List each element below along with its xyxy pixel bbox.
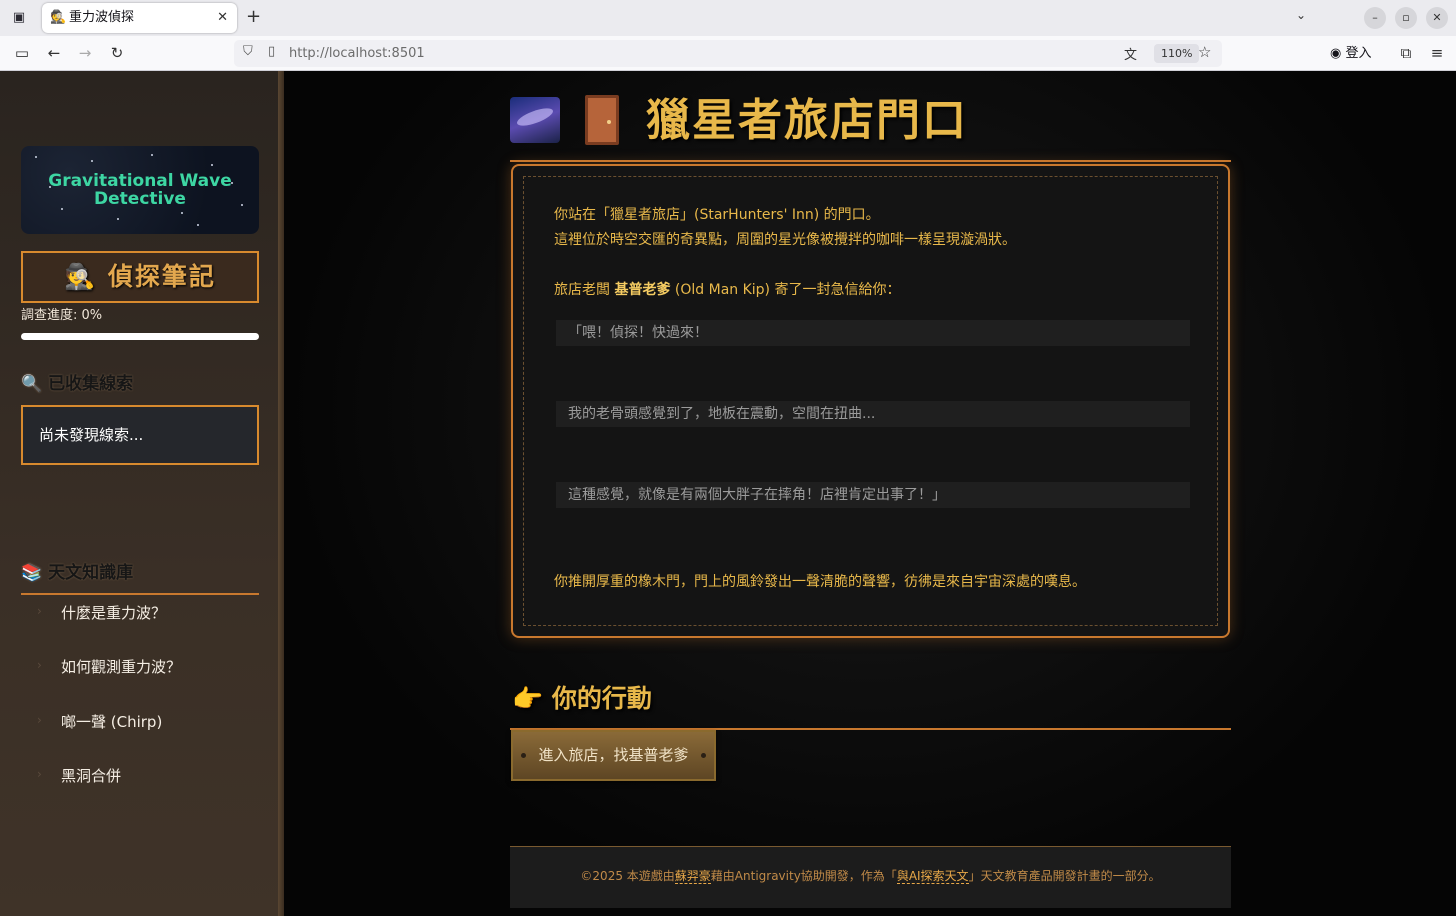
reload-icon[interactable]: ↻: [106, 43, 128, 63]
new-tab-icon[interactable]: +: [246, 6, 261, 28]
detective-notes-button[interactable]: 🕵️ 偵探筆記: [21, 251, 259, 303]
logo-text: Gravitational Wave Detective: [21, 172, 259, 208]
story-panel: 你站在「獵星者旅店」(StarHunters' Inn) 的門口。 這裡位於時空…: [511, 164, 1230, 638]
progress-label: 調查進度: 0%: [21, 308, 103, 323]
footer-text: ©2025 本遊戲由: [580, 869, 675, 883]
chevron-down-icon[interactable]: ⌄: [1296, 8, 1306, 22]
tab-title: 重力波偵探: [69, 10, 135, 25]
story-frame: 你站在「獵星者旅店」(StarHunters' Inn) 的門口。 這裡位於時空…: [523, 176, 1218, 626]
action-button-label: 進入旅店，找基普老爹: [538, 746, 689, 764]
button-rivet: [521, 753, 526, 758]
forward-icon[interactable]: →: [74, 43, 96, 63]
game-logo: Gravitational Wave Detective: [21, 146, 259, 234]
milky-way-icon: [510, 97, 560, 143]
story-closing: 你推開厚重的橡木門，門上的風鈴發出一聲清脆的聲響，彷彿是來自宇宙深處的嘆息。: [554, 574, 1086, 590]
knowledge-item-label: 黑洞合併: [61, 767, 122, 785]
menu-icon[interactable]: ≡: [1426, 43, 1448, 63]
knowledge-item-chirp[interactable]: › 啷一聲 (Chirp): [21, 707, 259, 737]
story-line: 旅店老闆 基普老爹 (Old Man Kip) 寄了一封急信給你：: [554, 280, 900, 300]
innkeeper-name: 基普老爹: [614, 282, 671, 298]
login-label: 登入: [1345, 46, 1372, 61]
main-content: 獵星者旅店門口 你站在「獵星者旅店」(StarHunters' Inn) 的門口…: [284, 71, 1456, 916]
login-button[interactable]: ◉ 登入: [1330, 41, 1372, 66]
button-rivet: [701, 753, 706, 758]
account-icon: ◉: [1330, 46, 1346, 61]
clues-heading: 🔍 已收集線索: [21, 374, 134, 394]
url-text[interactable]: http://localhost:8501: [289, 45, 425, 62]
chevron-right-icon: ›: [37, 604, 42, 618]
divider: [21, 593, 259, 595]
divider: [510, 160, 1231, 162]
enter-inn-button[interactable]: 進入旅店，找基普老爹: [511, 730, 716, 781]
project-link[interactable]: 與AI探索天文: [896, 869, 969, 884]
clues-list: 尚未發現線索...: [21, 405, 259, 465]
sidebar-toggle-icon[interactable]: ▭: [11, 43, 33, 63]
story-text: 旅店老闆: [554, 282, 615, 298]
tab-overview-icon[interactable]: ▣: [9, 8, 29, 28]
author-link[interactable]: 蘇羿豪: [674, 869, 711, 884]
chevron-right-icon: ›: [37, 713, 42, 727]
knowledge-item-label: 什麼是重力波？: [61, 604, 167, 622]
logo-line-2: Detective: [94, 189, 186, 209]
zoom-badge[interactable]: 110%: [1154, 44, 1200, 63]
letter-quote: 這種感覺，就像是有兩個大胖子在摔角！店裡肯定出事了！」: [556, 482, 1190, 508]
bookmark-star-icon[interactable]: ☆: [1198, 43, 1211, 61]
page-title-text: 獵星者旅店門口: [646, 95, 968, 146]
letter-quote: 「喂！偵探！快過來！: [556, 320, 1190, 346]
letter-quote: 我的老骨頭感覺到了，地板在震動，空間在扭曲...: [556, 401, 1190, 427]
footer-text: 藉由Antigravity協助開發，作為「: [710, 869, 897, 883]
translate-icon[interactable]: 文: [1124, 44, 1137, 63]
knowledge-item-black-hole-merger[interactable]: › 黑洞合併: [21, 761, 259, 791]
page-info-icon[interactable]: ▯: [268, 44, 275, 59]
chevron-right-icon: ›: [37, 658, 42, 672]
sidebar: Gravitational Wave Detective 🕵️ 偵探筆記 調查進…: [0, 71, 280, 916]
close-window-icon[interactable]: ✕: [1426, 7, 1448, 29]
story-text: (Old Man Kip) 寄了一封急信給你：: [670, 282, 901, 298]
close-tab-icon[interactable]: ✕: [217, 9, 228, 27]
minimize-icon[interactable]: –: [1364, 7, 1386, 29]
browser-tabbar: ▣ 🕵️ 重力波偵探 ✕ + ⌄ – ▫ ✕: [0, 0, 1456, 36]
progress-bar: [21, 333, 259, 340]
knowledge-item-observation[interactable]: › 如何觀測重力波？: [21, 652, 259, 682]
action-heading: 👉 你的行動: [512, 684, 652, 713]
door-icon: [585, 95, 619, 145]
chevron-right-icon: ›: [37, 767, 42, 781]
back-icon[interactable]: ←: [43, 43, 65, 63]
shield-icon[interactable]: ⛉: [243, 44, 253, 59]
browser-navbar: ▭ ← → ↻ ⛉ ▯ http://localhost:8501 文 110%…: [0, 36, 1456, 71]
story-line: 這裡位於時空交匯的奇異點，周圍的星光像被攪拌的咖啡一樣呈現漩渦狀。: [554, 232, 1016, 248]
knowledge-item-label: 啷一聲 (Chirp): [61, 713, 163, 731]
logo-line-1: Gravitational Wave: [48, 171, 232, 191]
knowledge-item-label: 如何觀測重力波？: [61, 658, 182, 676]
url-bar[interactable]: ⛉ ▯ http://localhost:8501 文 110% ☆: [234, 40, 1222, 67]
extensions-icon[interactable]: ⧉: [1395, 43, 1417, 63]
footer: ©2025 本遊戲由蘇羿豪藉由Antigravity協助開發，作為「與AI探索天…: [510, 846, 1231, 908]
knowledge-heading: 📚 天文知識庫: [21, 563, 134, 583]
tab-favicon-icon: 🕵️: [50, 10, 67, 25]
restore-icon[interactable]: ▫: [1395, 7, 1417, 29]
knowledge-item-gravitational-waves[interactable]: › 什麼是重力波？: [21, 598, 259, 628]
browser-tab[interactable]: 🕵️ 重力波偵探 ✕: [42, 3, 237, 33]
story-line: 你站在「獵星者旅店」(StarHunters' Inn) 的門口。: [554, 207, 880, 223]
footer-text: 」天文教育產品開發計畫的一部分。: [968, 869, 1161, 883]
